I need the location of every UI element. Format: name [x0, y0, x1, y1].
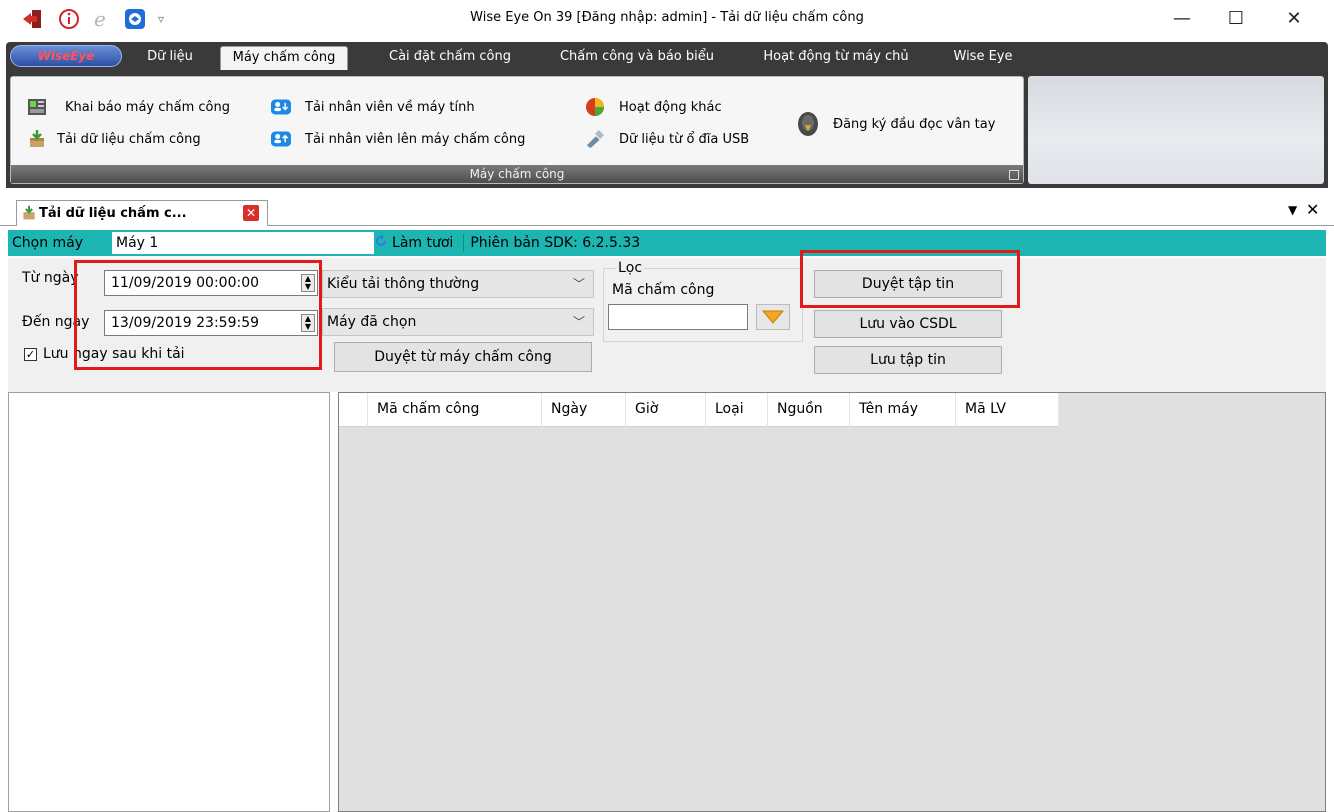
- khai-bao-may-label: Khai báo máy chấm công: [65, 99, 230, 115]
- ribbon-body: Khai báo máy chấm công Tải dữ liệu chấm …: [6, 70, 1328, 188]
- title-bar: e ▿ Wise Eye On 39 [Đăng nhập: admin] - …: [0, 0, 1334, 38]
- app-window: e ▿ Wise Eye On 39 [Đăng nhập: admin] - …: [0, 0, 1334, 812]
- tab-du-lieu[interactable]: Dữ liệu: [132, 46, 208, 70]
- tai-du-lieu-button[interactable]: Tải dữ liệu chấm công: [27, 129, 201, 149]
- download-type-select[interactable]: Kiểu tải thông thường ﹀: [322, 270, 594, 298]
- highlight-date-range: [74, 260, 322, 370]
- col-ngay[interactable]: Ngày: [551, 401, 587, 417]
- group-launcher-icon[interactable]: [1009, 170, 1019, 180]
- khai-bao-may-button[interactable]: Khai báo máy chấm công: [27, 97, 230, 117]
- box-download-icon: [21, 205, 37, 225]
- machine-label: Chọn máy: [12, 235, 84, 251]
- ribbon-empty-area: [1028, 76, 1324, 184]
- grid-header-separator: [955, 393, 956, 427]
- dang-ky-dau-doc-label: Đăng ký đầu đọc vân tay: [833, 116, 996, 132]
- grid-header-separator: [1058, 393, 1059, 427]
- usb-icon: [585, 129, 605, 149]
- grid-header: Mã chấm công Ngày Giờ Loại Nguồn Tên máy…: [339, 393, 1059, 427]
- machine-bar: Chọn máy Máy 1 ▾ Làm tươi Phiên bản SDK:…: [8, 230, 1326, 256]
- funnel-icon: [762, 310, 784, 324]
- refresh-label: Làm tươi: [392, 235, 454, 251]
- col-ma-lv[interactable]: Mã LV: [965, 401, 1006, 417]
- du-lieu-usb-button[interactable]: Dữ liệu từ ổ đĩa USB: [585, 129, 749, 149]
- col-gio[interactable]: Giờ: [635, 401, 658, 417]
- machine-scope-select[interactable]: Máy đã chọn ﹀: [322, 308, 594, 336]
- col-ten-may[interactable]: Tên máy: [859, 401, 918, 417]
- tai-du-lieu-label: Tải dữ liệu chấm công: [57, 131, 201, 147]
- col-loai[interactable]: Loại: [715, 401, 744, 417]
- hoat-dong-khac-label: Hoạt động khác: [619, 99, 722, 115]
- chevron-down-icon: ﹀: [572, 315, 585, 329]
- tab-wise-eye[interactable]: Wise Eye: [940, 46, 1026, 70]
- filter-code-input[interactable]: [608, 304, 748, 330]
- users-download-icon: [271, 97, 291, 117]
- col-ma-cham-cong[interactable]: Mã chấm công: [377, 401, 479, 417]
- pie-icon: [585, 97, 605, 117]
- window-title: Wise Eye On 39 [Đăng nhập: admin] - Tải …: [470, 10, 864, 25]
- du-lieu-usb-label: Dữ liệu từ ổ đĩa USB: [619, 131, 750, 147]
- doc-tab-label: Tải dữ liệu chấm c...: [39, 206, 187, 221]
- app-logo[interactable]: WiseEye: [10, 45, 122, 67]
- tab-cai-dat-cham-cong[interactable]: Cài đặt chấm công: [370, 46, 530, 70]
- grid-header-separator: [705, 393, 706, 427]
- box-download-icon: [27, 129, 47, 149]
- filter-apply-button[interactable]: [756, 304, 790, 330]
- machine-scope-value: Máy đã chọn: [327, 314, 417, 330]
- save-to-db-button[interactable]: Lưu vào CSDL: [814, 310, 1002, 338]
- fingerprint-icon: [795, 111, 821, 137]
- ribbon-group-caption: Máy chấm công: [11, 165, 1023, 183]
- grid-header-separator: [541, 393, 542, 427]
- machine-list-panel[interactable]: [8, 392, 330, 812]
- machine-select-value: Máy 1: [116, 235, 159, 251]
- download-type-value: Kiểu tải thông thường: [327, 276, 480, 292]
- browse-from-machine-button[interactable]: Duyệt từ máy chấm công: [334, 342, 592, 372]
- grid-header-separator: [767, 393, 768, 427]
- tai-nv-ve-may-tinh-button[interactable]: Tải nhân viên về máy tính: [271, 97, 475, 117]
- machine-select[interactable]: Máy 1: [112, 232, 374, 254]
- ribbon-tab-row: WiseEye Dữ liệu Máy chấm công Cài đặt ch…: [6, 42, 1328, 70]
- col-nguon[interactable]: Nguồn: [777, 401, 823, 417]
- tai-nv-len-may-button[interactable]: Tải nhân viên lên máy chấm công: [271, 129, 525, 149]
- dang-ky-dau-doc-button[interactable]: Đăng ký đầu đọc vân tay: [795, 111, 995, 137]
- tab-may-cham-cong[interactable]: Máy chấm công: [220, 46, 348, 70]
- hoat-dong-khac-button[interactable]: Hoạt động khác: [585, 97, 722, 117]
- panel-pin-icon[interactable]: ▼: [1288, 203, 1297, 217]
- grid-header-separator: [625, 393, 626, 427]
- filter-code-label: Mã chấm công: [612, 282, 715, 298]
- minimize-button[interactable]: —: [1162, 4, 1202, 32]
- sdk-version: Phiên bản SDK: 6.2.5.33: [470, 235, 641, 251]
- attendance-grid[interactable]: Mã chấm công Ngày Giờ Loại Nguồn Tên máy…: [338, 392, 1326, 812]
- tai-nv-ve-may-tinh-label: Tải nhân viên về máy tính: [305, 99, 475, 115]
- tab-hoat-dong-tu-may-chu[interactable]: Hoạt động từ máy chủ: [746, 46, 926, 70]
- filter-group-title: Lọc: [616, 260, 645, 276]
- grid-header-separator: [367, 393, 368, 427]
- right-edge: [1326, 258, 1334, 812]
- machine-bar-divider: [463, 234, 465, 252]
- doc-tab-close-icon[interactable]: ✕: [243, 205, 259, 221]
- from-date-label: Từ ngày: [22, 270, 79, 286]
- doc-tab-tai-du-lieu[interactable]: Tải dữ liệu chấm c... ✕: [16, 200, 268, 226]
- ribbon-group-may-cham-cong: Khai báo máy chấm công Tải dữ liệu chấm …: [10, 76, 1024, 184]
- grid-header-separator: [849, 393, 850, 427]
- terminal-icon: [27, 97, 47, 117]
- highlight-browse-file: [800, 250, 1020, 308]
- refresh-icon: [373, 233, 389, 253]
- chevron-down-icon: ﹀: [572, 277, 585, 291]
- refresh-button[interactable]: Làm tươi: [373, 233, 453, 253]
- panel-close-icon[interactable]: ✕: [1306, 200, 1319, 219]
- save-file-button[interactable]: Lưu tập tin: [814, 346, 1002, 374]
- tai-nv-len-may-label: Tải nhân viên lên máy chấm công: [305, 131, 526, 147]
- tab-cham-cong-va-bao-bieu[interactable]: Chấm công và báo biểu: [544, 46, 730, 70]
- document-tab-row: Tải dữ liệu chấm c... ✕: [0, 196, 1334, 226]
- users-upload-icon: [271, 129, 291, 149]
- close-button[interactable]: ✕: [1274, 4, 1314, 32]
- checkbox-check-icon[interactable]: ✓: [24, 347, 37, 361]
- download-options-panel: Từ ngày 11/09/2019 00:00:00 ▲ ▼ Đến ngày …: [8, 250, 1326, 392]
- maximize-button[interactable]: ☐: [1216, 4, 1256, 32]
